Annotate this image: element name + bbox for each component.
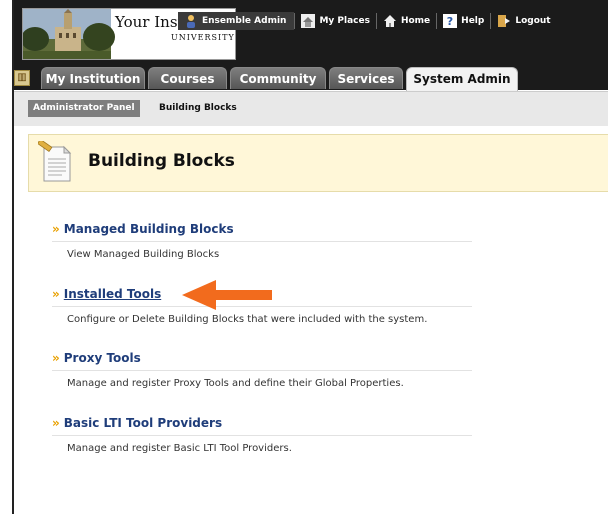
home-label: Home (400, 16, 431, 26)
logout-label: Logout (515, 16, 551, 26)
item-description: Manage and register Basic LTI Tool Provi… (67, 443, 292, 454)
annotation-arrow-icon (182, 280, 272, 310)
institution-subtitle: UNIVERSITY (171, 33, 235, 42)
tab-system-admin[interactable]: System Admin (406, 67, 518, 92)
logout-icon (497, 14, 511, 28)
list-item-managed-building-blocks: » Managed Building Blocks View Managed Bu… (52, 222, 472, 260)
chevron-right-icon: » (52, 416, 60, 430)
item-heading: » Basic LTI Tool Providers (52, 416, 472, 436)
ensemble-admin-link[interactable]: Ensemble Admin (178, 12, 295, 30)
ensemble-admin-label: Ensemble Admin (202, 16, 287, 26)
places-icon (301, 14, 316, 28)
chevron-right-icon: » (52, 222, 60, 236)
header-bar: Your Institution UNIVERSITY Ensemble Adm… (14, 0, 608, 66)
help-link[interactable]: ? Help (437, 12, 490, 30)
chevron-right-icon: » (52, 351, 60, 365)
page-title: Building Blocks (88, 151, 235, 171)
tab-community[interactable]: Community (230, 67, 326, 89)
my-places-link[interactable]: My Places (295, 12, 376, 30)
tab-courses[interactable]: Courses (148, 67, 227, 89)
item-description: Configure or Delete Building Blocks that… (67, 314, 428, 325)
item-heading: » Managed Building Blocks (52, 222, 472, 242)
page-frame: Your Institution UNIVERSITY Ensemble Adm… (12, 0, 608, 514)
list-item-proxy-tools: » Proxy Tools Manage and register Proxy T… (52, 351, 472, 389)
home-link[interactable]: Home (377, 12, 436, 30)
list-item-basic-lti-tool-providers: » Basic LTI Tool Providers Manage and reg… (52, 416, 472, 454)
svg-text:?: ? (447, 15, 453, 28)
item-description: View Managed Building Blocks (67, 249, 220, 260)
tab-services[interactable]: Services (329, 67, 403, 89)
logout-link[interactable]: Logout (491, 12, 556, 30)
chevron-right-icon: » (52, 287, 60, 301)
breadcrumb-administrator-panel[interactable]: Administrator Panel (28, 100, 140, 117)
item-description: Manage and register Proxy Tools and defi… (67, 378, 404, 389)
proxy-tools-link[interactable]: Proxy Tools (64, 351, 141, 365)
user-icon (184, 14, 198, 28)
my-places-label: My Places (319, 16, 370, 26)
item-heading: » Proxy Tools (52, 351, 472, 371)
top-links: Ensemble Admin My Places Home ? Help Log… (178, 12, 557, 30)
help-icon: ? (443, 14, 458, 28)
home-icon (383, 14, 397, 28)
document-icon (38, 141, 72, 182)
managed-building-blocks-link[interactable]: Managed Building Blocks (64, 222, 234, 236)
menu-toggle-icon[interactable]: ▥ (14, 70, 30, 86)
breadcrumb-current: Building Blocks (159, 103, 237, 113)
tab-my-institution[interactable]: My Institution (41, 67, 145, 89)
basic-lti-tool-providers-link[interactable]: Basic LTI Tool Providers (64, 416, 222, 430)
help-label: Help (461, 16, 485, 26)
installed-tools-link[interactable]: Installed Tools (64, 287, 161, 301)
